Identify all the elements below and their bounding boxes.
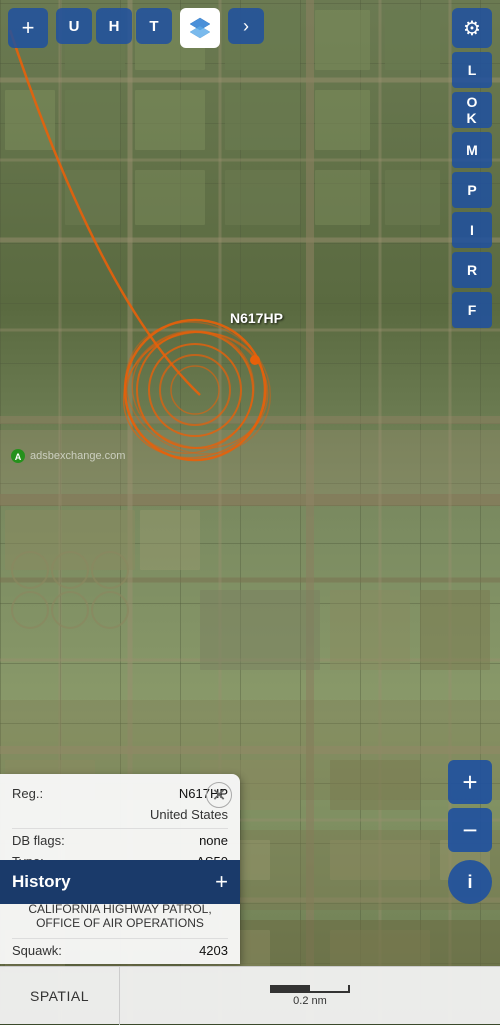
dbflags-value: none [199,833,228,848]
sidebar-m-button[interactable]: M [452,132,492,168]
reg-label: Reg.: [12,786,43,801]
panel-close-button[interactable]: ✕ [206,782,232,808]
history-bar[interactable]: History + [0,860,240,904]
history-label: History [12,872,71,892]
country-value: United States [150,807,228,822]
panel-divider-1 [12,828,228,829]
scale-bar: 0.2 nm [270,985,350,1007]
scale-bar-area: 0.2 nm [120,985,500,1007]
sidebar-l-button[interactable]: L [452,52,492,88]
spatial-label: SPATIAL [30,988,89,1004]
sidebar-r-button[interactable]: R [452,252,492,288]
svg-text:A: A [15,452,22,462]
panel-row-reg: Reg.: N617HP [12,786,228,801]
watermark-icon: A [10,448,26,464]
sidebar-ok-button[interactable]: OK [452,92,492,128]
squawk-value: 4203 [199,943,228,958]
layers-button[interactable] [180,8,220,48]
sidebar-i-button[interactable]: I [452,212,492,248]
back-button[interactable]: › [228,8,264,44]
spatial-button[interactable]: SPATIAL [0,967,120,1025]
zoom-out-button[interactable]: − [448,808,492,852]
nav-u-button[interactable]: U [56,8,92,44]
squawk-label: Squawk: [12,943,62,958]
aircraft-callsign-label: N617HP [230,310,283,326]
right-sidebar: ⚙ L OK M P I R F [452,8,492,328]
panel-row-dbflags: DB flags: none [12,833,228,848]
panel-row-squawk: Squawk: 4203 [12,943,228,958]
add-button[interactable]: + [8,8,48,48]
nav-h-button[interactable]: H [96,8,132,44]
layers-icon [188,16,212,40]
scale-text: 0.2 nm [293,995,327,1007]
dbflags-label: DB flags: [12,833,65,848]
zoom-in-button[interactable]: + [448,760,492,804]
history-plus: + [215,869,228,895]
info-button[interactable]: i [448,860,492,904]
panel-divider-3 [12,938,228,939]
settings-button[interactable]: ⚙ [452,8,492,48]
info-panel: ✕ Reg.: N617HP United States DB flags: n… [0,774,240,964]
watermark: A adsbexchange.com [10,448,125,464]
panel-row-country: United States [12,807,228,822]
nav-t-button[interactable]: T [136,8,172,44]
sidebar-f-button[interactable]: F [452,292,492,328]
sidebar-p-button[interactable]: P [452,172,492,208]
top-toolbar: + U H T › [0,8,500,48]
zoom-controls: + − i [448,760,492,904]
bottom-bar: SPATIAL 0.2 nm [0,966,500,1024]
nav-buttons: U H T › [56,8,264,48]
scale-line [270,985,350,993]
